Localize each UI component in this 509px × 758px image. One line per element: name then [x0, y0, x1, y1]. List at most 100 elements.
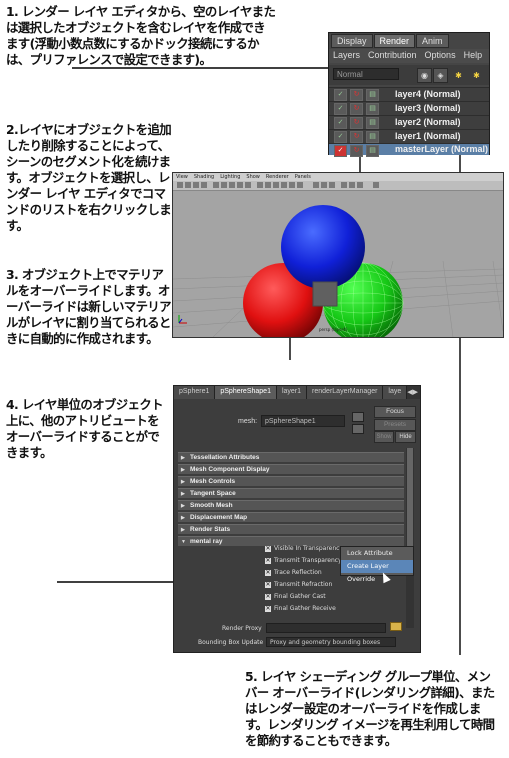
layer-name: masterLayer (Normal) — [395, 144, 489, 154]
render-settings-icon[interactable]: ▤ — [366, 103, 379, 115]
recycle-icon[interactable]: ↻ — [350, 131, 363, 143]
resolution-gate-icon[interactable] — [229, 182, 235, 188]
tab-anim[interactable]: Anim — [416, 34, 449, 48]
menu-renderer[interactable]: Renderer — [263, 173, 292, 181]
tab-scroll-arrows-icon[interactable]: ◀▶ — [407, 388, 418, 396]
textured-icon[interactable] — [281, 182, 287, 188]
renderable-check-icon[interactable]: ✓ — [334, 103, 347, 115]
render-settings-icon[interactable]: ▤ — [366, 131, 379, 143]
smooth-shade-icon[interactable] — [265, 182, 271, 188]
checkbox-final-gather-receive[interactable]: ✕ Final Gather Receive — [265, 604, 425, 613]
gray-cube[interactable] — [312, 281, 338, 307]
menu-item-lock-attribute[interactable]: Lock Attribute — [341, 547, 413, 560]
menu-layers[interactable]: Layers — [329, 49, 364, 63]
go-to-output-icon[interactable] — [352, 424, 364, 434]
layer-row[interactable]: ✓ ↻ ▤ layer3 (Normal) — [329, 101, 489, 115]
scene-render[interactable] — [173, 191, 503, 337]
render-settings-icon[interactable]: ▤ — [366, 89, 379, 101]
xray-icon[interactable] — [321, 182, 327, 188]
film-gate-icon[interactable] — [221, 182, 227, 188]
tab-layer-truncated[interactable]: laye — [383, 386, 408, 399]
checkbox-final-gather-cast[interactable]: ✕ Final Gather Cast — [265, 592, 425, 601]
image-plane-icon[interactable] — [201, 182, 207, 188]
section-tessellation-attributes[interactable]: Tessellation Attributes — [178, 452, 404, 463]
renderable-check-icon[interactable]: ✓ — [334, 89, 347, 101]
ambient-occlusion-icon[interactable] — [349, 182, 355, 188]
menu-options[interactable]: Options — [421, 49, 460, 63]
viewport-toolbar — [173, 181, 503, 191]
checkbox-label: Visible In Transparency — [274, 545, 344, 552]
section-render-stats[interactable]: Render Stats — [178, 524, 404, 535]
menu-panels[interactable]: Panels — [292, 173, 314, 181]
folder-icon[interactable] — [390, 622, 402, 631]
rle-tab-bar: Display Render Anim — [331, 34, 450, 48]
menu-item-create-layer-override[interactable]: Create Layer Override — [341, 560, 413, 583]
new-empty-layer-icon[interactable]: ✱ — [451, 68, 466, 83]
annotation-step-3: 3. オブジェクト上でマテリアルをオーバーライドします。オーバーライドは新しいマ… — [6, 267, 172, 346]
renderable-check-icon[interactable]: ✓ — [334, 145, 347, 157]
bookmark-icon[interactable] — [193, 182, 199, 188]
blue-sphere[interactable] — [281, 205, 365, 289]
menu-contribution[interactable]: Contribution — [364, 49, 421, 63]
section-mesh-component-display[interactable]: Mesh Component Display — [178, 464, 404, 475]
mesh-name-field[interactable]: pSphereShape1 — [261, 415, 345, 427]
new-layer-selected-icon[interactable]: ✱ — [469, 68, 484, 83]
recycle-icon[interactable]: ↻ — [350, 103, 363, 115]
show-button[interactable]: Show — [374, 431, 394, 443]
tab-psphereshape[interactable]: pSphereShape1 — [215, 386, 277, 399]
isolate-icon[interactable] — [313, 182, 319, 188]
render-settings-icon[interactable]: ▤ — [366, 145, 379, 157]
wireframe-icon[interactable] — [257, 182, 263, 188]
shadows-icon[interactable] — [297, 182, 303, 188]
render-settings-icon[interactable]: ▤ — [366, 117, 379, 129]
section-displacement-map[interactable]: Displacement Map — [178, 512, 404, 523]
motion-blur-icon[interactable] — [357, 182, 363, 188]
scene-viewport[interactable]: View Shading Lighting Show Renderer Pane… — [172, 172, 504, 338]
render-settings-icon[interactable]: ◈ — [433, 68, 448, 83]
tab-psphere[interactable]: pSphere1 — [174, 386, 216, 399]
layer-row[interactable]: ✓ ↻ ▤ layer1 (Normal) — [329, 129, 489, 143]
menu-show[interactable]: Show — [243, 173, 263, 181]
recycle-icon[interactable]: ↻ — [350, 89, 363, 101]
menu-shading[interactable]: Shading — [191, 173, 217, 181]
menu-lighting[interactable]: Lighting — [217, 173, 243, 181]
render-proxy-field[interactable] — [266, 623, 386, 633]
presets-button[interactable]: Presets — [374, 419, 416, 431]
menu-view[interactable]: View — [173, 173, 191, 181]
scrollbar-thumb[interactable] — [407, 448, 413, 558]
tab-render-layer-manager[interactable]: renderLayerManager — [307, 386, 384, 399]
renderable-check-icon[interactable]: ✓ — [334, 117, 347, 129]
grid-icon[interactable] — [213, 182, 219, 188]
tab-layer1[interactable]: layer1 — [276, 386, 308, 399]
xray-joints-icon[interactable] — [329, 182, 335, 188]
go-to-input-icon[interactable] — [352, 412, 364, 422]
camera-icon[interactable] — [177, 182, 183, 188]
high-quality-icon[interactable] — [341, 182, 347, 188]
bbox-update-label: Bounding Box Update — [198, 639, 264, 646]
gate-mask-icon[interactable] — [237, 182, 243, 188]
blend-mode-dropdown[interactable]: Normal — [333, 68, 399, 80]
section-tangent-space[interactable]: Tangent Space — [178, 488, 404, 499]
lights-icon[interactable] — [289, 182, 295, 188]
render-icon[interactable]: ◉ — [417, 68, 432, 83]
anti-alias-icon[interactable] — [373, 182, 379, 188]
layer-row[interactable]: ✓ ↻ ▤ layer2 (Normal) — [329, 115, 489, 129]
hide-button[interactable]: Hide — [395, 431, 416, 443]
layer-row-master[interactable]: ✓ ↻ ▤ masterLayer (Normal) — [329, 143, 489, 157]
recycle-icon[interactable]: ↻ — [350, 117, 363, 129]
renderable-check-icon[interactable]: ✓ — [334, 131, 347, 143]
bbox-update-dropdown[interactable]: Proxy and geometry bounding boxes — [266, 637, 396, 647]
tab-display[interactable]: Display — [331, 34, 373, 48]
camera-attr-icon[interactable] — [185, 182, 191, 188]
focus-button[interactable]: Focus — [374, 406, 416, 418]
menu-help[interactable]: Help — [460, 49, 487, 63]
wireframe-on-shaded-icon[interactable] — [273, 182, 279, 188]
checkbox-transmit-refraction[interactable]: ✕ Transmit Refraction — [265, 580, 425, 589]
attr-scrollbar[interactable] — [406, 448, 414, 628]
section-mesh-controls[interactable]: Mesh Controls — [178, 476, 404, 487]
recycle-icon[interactable]: ↻ — [350, 145, 363, 157]
layer-row[interactable]: ✓ ↻ ▤ layer4 (Normal) — [329, 87, 489, 101]
section-smooth-mesh[interactable]: Smooth Mesh — [178, 500, 404, 511]
field-chart-icon[interactable] — [245, 182, 251, 188]
tab-render[interactable]: Render — [373, 34, 416, 48]
